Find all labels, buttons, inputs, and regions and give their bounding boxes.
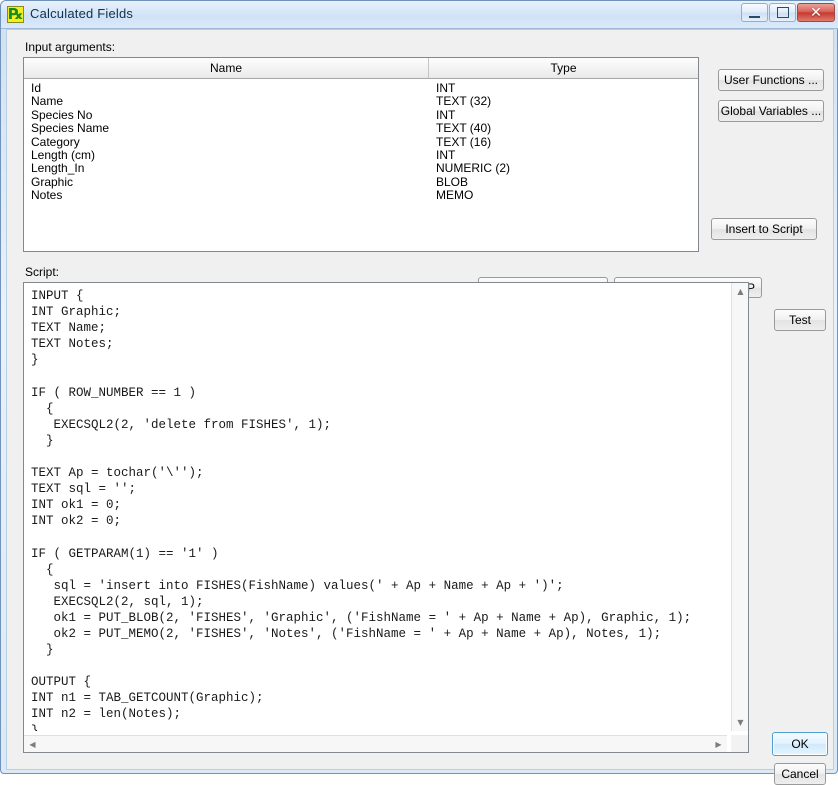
grid-body: Id INT Name TEXT (32) Species No INT Spe… — [24, 79, 698, 251]
cell-type: INT — [436, 81, 456, 95]
minimize-icon — [742, 4, 767, 21]
input-arguments-label: Input arguments: — [25, 40, 116, 54]
table-row[interactable]: Species No INT — [24, 107, 698, 122]
table-row[interactable]: Category TEXT (16) — [24, 134, 698, 149]
app-icon-glyph: ℞ — [8, 6, 24, 23]
cell-name: Id — [31, 81, 42, 95]
cell-type: TEXT (40) — [436, 121, 492, 136]
window-title: Calculated Fields — [30, 6, 134, 21]
cell-type: TEXT (32) — [436, 94, 492, 109]
table-row[interactable]: Id INT — [24, 81, 698, 95]
cell-name: Species Name — [31, 121, 110, 136]
title-bar: ℞ Calculated Fields ✕ — [1, 1, 838, 29]
table-row[interactable]: Name TEXT (32) — [24, 94, 698, 109]
user-functions-button[interactable]: User Functions ... — [718, 69, 824, 91]
table-row[interactable]: Length_In NUMERIC (2) — [24, 161, 698, 176]
calculated-fields-window: ℞ Calculated Fields ✕ Input arguments: N… — [0, 0, 838, 785]
cell-name: Length (cm) — [31, 147, 96, 162]
scrollbar-corner — [731, 735, 748, 752]
table-row[interactable]: Graphic BLOB — [24, 174, 698, 189]
cell-type: INT — [436, 107, 456, 122]
cell-type: MEMO — [436, 188, 474, 203]
close-button[interactable]: ✕ — [797, 3, 835, 22]
cell-type: NUMERIC (2) — [436, 161, 510, 176]
maximize-icon — [770, 4, 795, 21]
cell-name: Length_In — [31, 161, 85, 176]
insert-to-script-button[interactable]: Insert to Script — [711, 218, 817, 240]
close-icon: ✕ — [810, 4, 822, 21]
vertical-scrollbar[interactable]: ▲ ▼ — [731, 283, 748, 731]
cell-name: Graphic — [31, 174, 74, 189]
scroll-right-icon[interactable]: ▶ — [710, 736, 727, 753]
minimize-button[interactable] — [741, 3, 768, 22]
scroll-left-icon[interactable]: ◀ — [24, 736, 41, 753]
grid-column-header-name[interactable]: Name — [24, 58, 429, 78]
table-row[interactable]: Length (cm) INT — [24, 147, 698, 162]
table-row[interactable]: Species Name TEXT (40) — [24, 121, 698, 136]
cell-name: Notes — [31, 188, 63, 203]
cell-name: Species No — [31, 107, 93, 122]
cell-name: Category — [31, 134, 80, 149]
client-area: Input arguments: Name Type Id INT Name T… — [6, 29, 834, 785]
grid-column-header-type[interactable]: Type — [429, 58, 698, 78]
input-arguments-grid[interactable]: Name Type Id INT Name TEXT (32) Species … — [23, 57, 699, 252]
maximize-button[interactable] — [769, 3, 796, 22]
scroll-up-icon[interactable]: ▲ — [732, 283, 749, 300]
cell-type: INT — [436, 147, 456, 162]
script-label: Script: — [25, 265, 60, 279]
cell-type: BLOB — [436, 174, 469, 189]
scroll-down-icon[interactable]: ▼ — [732, 714, 749, 731]
table-row[interactable]: Notes MEMO — [24, 188, 698, 203]
test-button[interactable]: Test — [774, 309, 826, 331]
cell-name: Name — [31, 94, 64, 109]
script-textarea[interactable]: INPUT { INT Graphic; TEXT Name; TEXT Not… — [24, 283, 727, 731]
ok-button[interactable]: OK — [772, 732, 828, 756]
app-script-icon: ℞ — [7, 6, 24, 23]
grid-header-row: Name Type — [24, 58, 698, 79]
horizontal-scrollbar[interactable]: ◀ ▶ — [24, 735, 727, 752]
script-editor[interactable]: INPUT { INT Graphic; TEXT Name; TEXT Not… — [23, 282, 749, 753]
global-variables-button[interactable]: Global Variables ... — [718, 100, 824, 122]
cancel-button[interactable]: Cancel — [774, 763, 826, 785]
cell-type: TEXT (16) — [436, 134, 492, 149]
